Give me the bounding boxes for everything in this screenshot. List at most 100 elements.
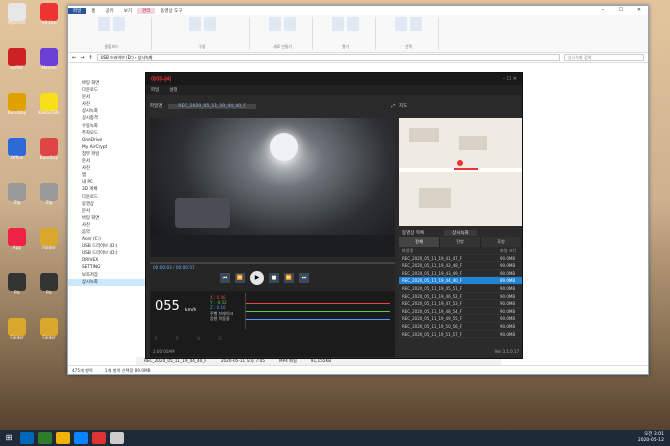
taskbar-app-icon[interactable] bbox=[110, 432, 124, 444]
minimize-button[interactable]: – bbox=[594, 6, 612, 15]
list-item[interactable]: REC_2020_05_11_19_44_40_F 89.0MB bbox=[399, 277, 522, 285]
nav-item[interactable]: 다운로드 bbox=[68, 194, 147, 201]
ribbon-button-icon[interactable] bbox=[332, 17, 344, 31]
search-input[interactable]: 상시녹화 검색 bbox=[564, 54, 644, 61]
list-item[interactable]: REC_2020_05_11_19_51_57_F 90.0MB bbox=[399, 331, 522, 339]
tab-rear[interactable]: 후방 bbox=[481, 237, 522, 247]
ribbon-button-icon[interactable] bbox=[284, 17, 296, 31]
ribbon-button-icon[interactable] bbox=[203, 17, 216, 31]
desktop-icon[interactable]: ezPDF bbox=[2, 48, 32, 72]
desktop-icon[interactable]: Folder bbox=[2, 318, 32, 342]
list-item[interactable]: REC_2020_05_11_19_46_52_F 90.0MB bbox=[399, 293, 522, 301]
ribbon-button-icon[interactable] bbox=[410, 17, 422, 31]
list-item[interactable]: REC_2020_05_11_19_42_48_F 90.0MB bbox=[399, 262, 522, 270]
taskbar-app-icon[interactable] bbox=[56, 432, 70, 444]
desktop-icon[interactable]: Zip bbox=[2, 183, 32, 207]
fullscreen-icon[interactable]: ⤢ bbox=[391, 103, 395, 109]
desktop-icon[interactable]: Pic bbox=[34, 273, 64, 297]
stop-icon[interactable]: ■ bbox=[269, 273, 279, 283]
ribbon-button-icon[interactable] bbox=[113, 17, 125, 31]
nav-item[interactable]: 동영상 bbox=[68, 201, 147, 208]
start-icon[interactable]: ⊞ bbox=[2, 432, 16, 444]
nav-item[interactable]: 상시충격 bbox=[68, 115, 147, 122]
rewind-icon[interactable]: ⏪ bbox=[235, 273, 245, 283]
taskbar-app-icon[interactable] bbox=[20, 432, 34, 444]
nav-item[interactable]: 보조저장 bbox=[68, 272, 147, 279]
nav-item[interactable]: 수동녹화 bbox=[68, 123, 147, 130]
ribbon-button-icon[interactable] bbox=[188, 17, 201, 31]
window-controls[interactable]: – ☐ ✕ bbox=[503, 76, 517, 82]
nav-item[interactable]: USB 드라이브 (D:) bbox=[68, 243, 147, 250]
clock[interactable]: 오전 3:01 2020-05-12 bbox=[638, 432, 670, 444]
desktop-icon[interactable]: Zip bbox=[34, 183, 64, 207]
list-item[interactable]: REC_2020_05_11_19_48_54_F 90.0MB bbox=[399, 308, 522, 316]
forward-icon[interactable]: → bbox=[80, 55, 84, 61]
nav-item[interactable]: 3D 개체 bbox=[68, 186, 147, 193]
maximize-button[interactable]: ☐ bbox=[612, 6, 630, 15]
nav-item[interactable]: 문서 bbox=[68, 208, 147, 215]
forward-icon[interactable]: ⏩ bbox=[284, 273, 294, 283]
ribbon-button-icon[interactable] bbox=[269, 17, 281, 31]
nav-item[interactable]: 첨부 파일 bbox=[68, 151, 147, 158]
desktop-icon[interactable]: Folder bbox=[34, 318, 64, 342]
nav-item[interactable]: USB 드라이브 (D:) bbox=[68, 250, 147, 257]
nav-item[interactable]: 문서 bbox=[68, 94, 147, 101]
play-icon[interactable]: ▶ bbox=[250, 271, 264, 285]
list-item[interactable]: REC_2020_05_11_19_47_53_F 90.0MB bbox=[399, 300, 522, 308]
nav-item[interactable]: OneDrive bbox=[68, 137, 147, 144]
folder-select[interactable]: 상시녹화 bbox=[444, 229, 477, 236]
desktop-icon[interactable]: App bbox=[2, 228, 32, 252]
list-item[interactable]: REC_2020_05_11_19_50_56_F 90.0MB bbox=[399, 323, 522, 331]
nav-item[interactable]: 앱 bbox=[68, 172, 147, 179]
taskbar-app-icon[interactable] bbox=[92, 432, 106, 444]
ribbon-button-icon[interactable] bbox=[98, 17, 110, 31]
nav-item[interactable]: 사진 bbox=[68, 101, 147, 108]
ribbon-tab[interactable]: 관리 bbox=[136, 7, 156, 14]
desktop-icon[interactable]: Movavi bbox=[34, 48, 64, 72]
up-icon[interactable]: ↑ bbox=[88, 55, 92, 61]
desktop-icon[interactable]: V3 Lite bbox=[34, 3, 64, 27]
menu-file[interactable]: 파일 bbox=[151, 87, 159, 93]
back-icon[interactable]: ← bbox=[72, 55, 76, 61]
ribbon-tab[interactable]: 홈 bbox=[86, 8, 100, 14]
list-item[interactable]: REC_2020_05_11_19_43_49_F 90.0MB bbox=[399, 270, 522, 278]
desktop-icon[interactable]: Bandizip bbox=[2, 93, 32, 117]
nav-item[interactable]: DRIVEX bbox=[68, 257, 147, 264]
nav-item[interactable]: 바탕 화면 bbox=[68, 215, 147, 222]
close-button[interactable]: ✕ bbox=[630, 6, 648, 15]
nav-item[interactable]: 주차모드 bbox=[68, 130, 147, 137]
taskbar-app-icon[interactable] bbox=[38, 432, 52, 444]
nav-item[interactable]: 다운로드 bbox=[68, 87, 147, 94]
ribbon-tab[interactable]: 파일 bbox=[68, 7, 87, 14]
video-frame[interactable] bbox=[150, 118, 395, 257]
ribbon-tab[interactable]: 보기 bbox=[119, 8, 137, 14]
desktop-icon[interactable]: Office bbox=[2, 138, 32, 162]
desktop-icon[interactable]: Pic bbox=[2, 273, 32, 297]
list-item[interactable]: REC_2020_05_11_19_45_51_F 90.0MB bbox=[399, 285, 522, 293]
ribbon-button-icon[interactable] bbox=[347, 17, 359, 31]
nav-item[interactable]: 사진 bbox=[68, 165, 147, 172]
nav-item[interactable]: 상시녹화 bbox=[68, 108, 147, 115]
nav-item[interactable]: 내 PC bbox=[68, 179, 147, 186]
desktop-icon[interactable]: KakaoTalk bbox=[34, 93, 64, 117]
ribbon-tab[interactable]: 동영상 도구 bbox=[155, 8, 187, 14]
nav-item[interactable]: 바탕 화면 bbox=[68, 80, 147, 87]
tab-front[interactable]: 전방 bbox=[440, 237, 481, 247]
nav-item[interactable]: Acer (C:) bbox=[68, 236, 147, 243]
nav-item[interactable]: 문서 bbox=[68, 158, 147, 165]
list-item[interactable]: REC_2020_05_11_19_49_55_F 90.0MB bbox=[399, 315, 522, 323]
next-icon[interactable]: ⏭ bbox=[299, 273, 309, 283]
desktop-icon[interactable]: MyDrive bbox=[2, 3, 32, 27]
nav-item[interactable]: SETTING bbox=[68, 264, 147, 271]
list-item[interactable]: REC_2020_05_11_19_41_47_F 90.0MB bbox=[399, 255, 522, 263]
seek-bar[interactable] bbox=[150, 262, 395, 264]
map-view[interactable] bbox=[399, 118, 522, 226]
tab-all[interactable]: 전체 bbox=[399, 237, 440, 247]
ribbon-button-icon[interactable] bbox=[395, 17, 407, 31]
nav-item[interactable]: 음악 bbox=[68, 229, 147, 236]
nav-item[interactable]: My AirCrypt bbox=[68, 144, 147, 151]
nav-item[interactable]: 상시녹화 bbox=[68, 278, 147, 286]
menu-settings[interactable]: 설정 bbox=[169, 87, 177, 93]
address-bar[interactable]: USB 드라이브 (D:) › 상시녹화 bbox=[96, 54, 560, 61]
taskbar-app-icon[interactable] bbox=[74, 432, 88, 444]
